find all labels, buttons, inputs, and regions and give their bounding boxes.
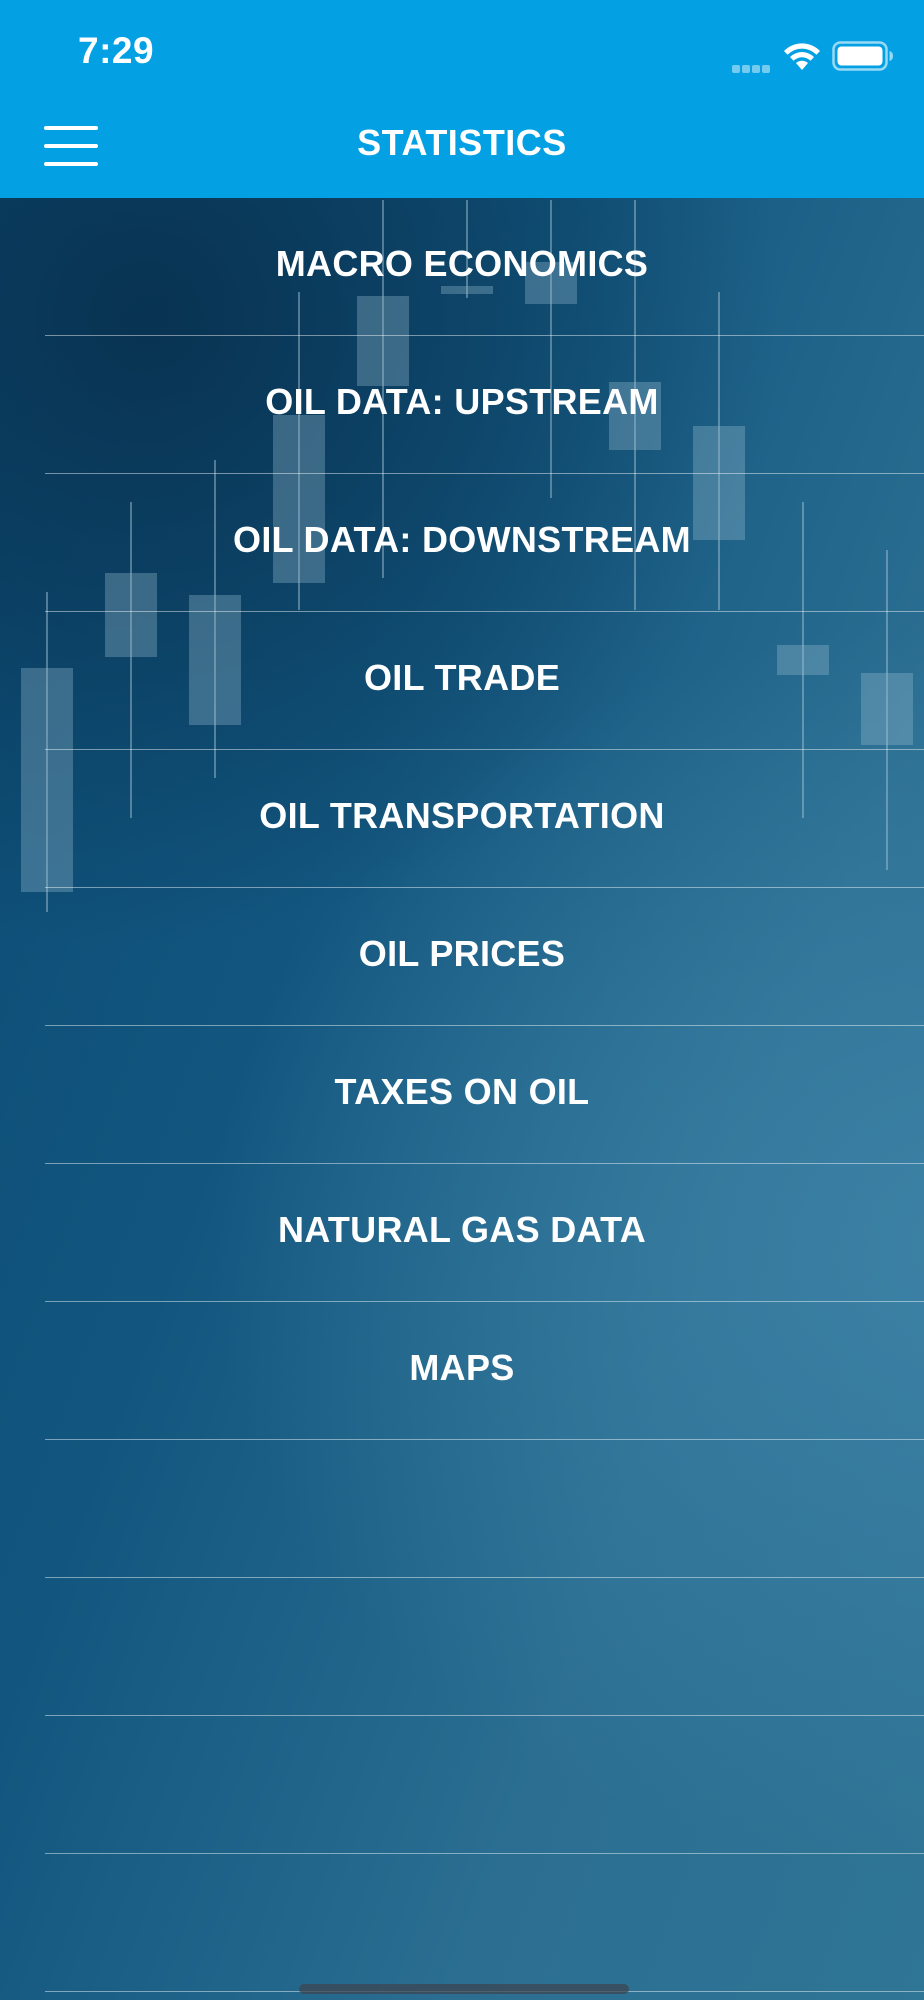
menu-item-empty [0, 1578, 924, 1716]
menu-item-oil-data-downstream[interactable]: OIL DATA: DOWNSTREAM [0, 474, 924, 612]
menu-item-oil-prices[interactable]: OIL PRICES [0, 888, 924, 1026]
page-title: STATISTICS [357, 122, 567, 163]
menu-item-oil-data-upstream[interactable]: OIL DATA: UPSTREAM [0, 336, 924, 474]
menu-item-natural-gas-data[interactable]: NATURAL GAS DATA [0, 1164, 924, 1302]
statistics-menu-list: MACRO ECONOMICS OIL DATA: UPSTREAM OIL D… [0, 198, 924, 1992]
menu-item-label: OIL DATA: DOWNSTREAM [233, 519, 691, 560]
battery-icon [832, 41, 893, 71]
menu-item-label: OIL TRANSPORTATION [259, 795, 665, 836]
menu-item-taxes-on-oil[interactable]: TAXES ON OIL [0, 1026, 924, 1164]
app-screen: 7:29 STATISTICS MACRO ECONOMICS OIL DATA… [0, 0, 924, 2000]
menu-item-label: MACRO ECONOMICS [275, 243, 649, 284]
menu-item-label: MAPS [409, 1347, 515, 1388]
menu-item-maps[interactable]: MAPS [0, 1302, 924, 1440]
status-time: 7:29 [78, 30, 155, 71]
menu-item-label: OIL DATA: UPSTREAM [265, 381, 659, 422]
menu-item-macro-economics[interactable]: MACRO ECONOMICS [0, 198, 924, 336]
menu-item-empty [0, 1716, 924, 1854]
menu-item-oil-trade[interactable]: OIL TRADE [0, 612, 924, 750]
wifi-icon [784, 43, 820, 70]
cellular-signal-icon [732, 60, 774, 73]
menu-item-label: TAXES ON OIL [334, 1071, 590, 1112]
menu-item-oil-transportation[interactable]: OIL TRANSPORTATION [0, 750, 924, 888]
menu-item-label: NATURAL GAS DATA [277, 1209, 647, 1250]
statistics-content: MACRO ECONOMICS OIL DATA: UPSTREAM OIL D… [0, 198, 924, 2000]
menu-item-empty [0, 1440, 924, 1578]
header-bar: 7:29 STATISTICS [0, 0, 924, 198]
menu-item-label: OIL TRADE [363, 657, 561, 698]
home-indicator[interactable] [299, 1984, 629, 1994]
menu-item-empty [0, 1854, 924, 1992]
menu-item-label: OIL PRICES [358, 933, 566, 974]
